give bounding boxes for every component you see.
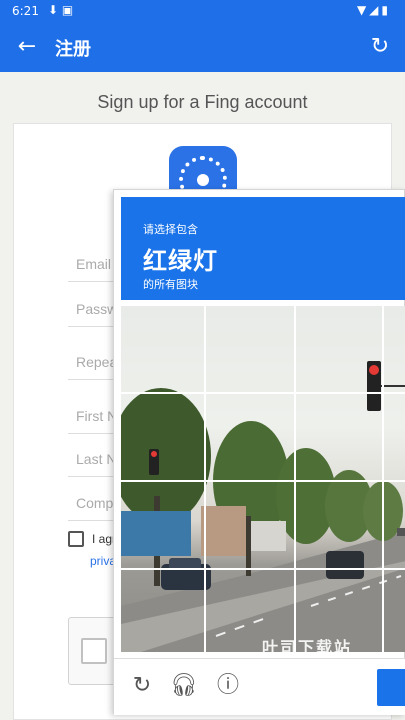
captcha-sub-instruction: 的所有图块 [143, 278, 198, 291]
system-icons: ▼◢▮ [356, 3, 391, 17]
back-arrow-icon[interactable]: ← [14, 34, 40, 60]
page-heading: Sign up for a Fing account [97, 92, 308, 112]
captcha-instruction: 请选择包含 [143, 223, 198, 236]
headphones-icon[interactable]: 🎧︎ [170, 672, 198, 700]
status-time: 6:21 [12, 4, 39, 18]
app-bar: ← 注册 ↻ [0, 22, 405, 72]
reload-icon[interactable]: ↻ [128, 672, 156, 700]
info-icon[interactable]: ⓘ [214, 672, 242, 700]
terms-checkbox[interactable] [68, 531, 84, 547]
app-title: 注册 [55, 39, 91, 60]
status-bar: 6:21 ⬇ ▣ ▼◢▮ [0, 0, 405, 22]
recaptcha-checkbox[interactable] [81, 638, 107, 664]
watermark: 叶司下载站 [262, 638, 353, 657]
verify-button[interactable] [377, 669, 405, 706]
refresh-icon[interactable]: ↻ [367, 34, 393, 60]
captcha-header: 请选择包含 红绿灯 的所有图块 [121, 197, 405, 300]
notification-icons: ⬇ ▣ [48, 3, 74, 17]
captcha-target: 红绿灯 [143, 247, 218, 275]
captcha-popup: 请选择包含 红绿灯 的所有图块 ↻ 🎧︎ ⓘ [113, 189, 405, 715]
captcha-footer: ↻ 🎧︎ ⓘ [114, 658, 405, 715]
captcha-image-grid [121, 306, 405, 652]
